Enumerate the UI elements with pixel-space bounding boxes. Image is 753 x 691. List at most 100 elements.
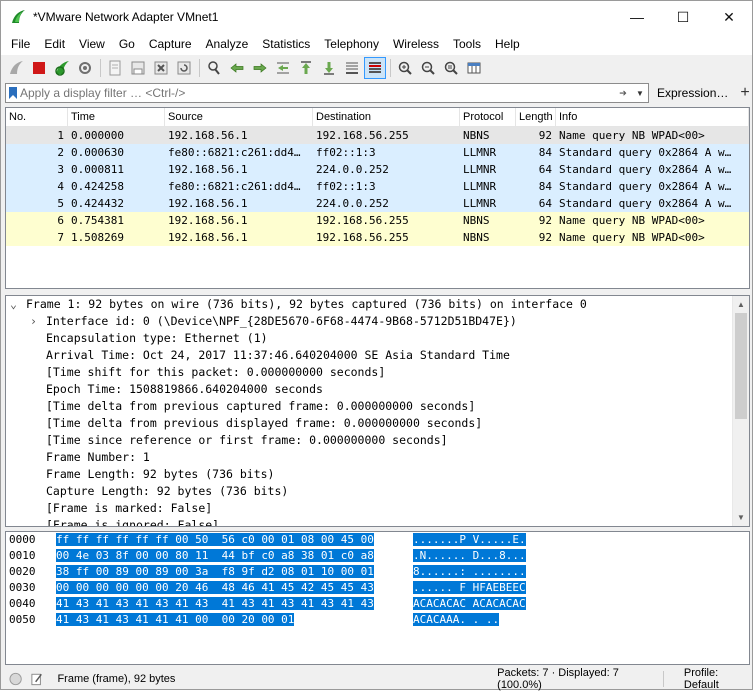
menu-capture[interactable]: Capture xyxy=(142,33,199,55)
detail-tree-item[interactable]: ⌄ Frame 1: 92 bytes on wire (736 bits), 9… xyxy=(6,296,749,313)
detail-tree-item[interactable]: [Time shift for this packet: 0.000000000… xyxy=(6,364,749,381)
hex-bytes-group-1[interactable]: 41 43 41 43 41 41 41 00 xyxy=(56,613,209,626)
display-filter-input[interactable] xyxy=(20,84,610,102)
hex-bytes-group-1[interactable]: 38 ff 00 89 00 89 00 3a xyxy=(56,565,209,578)
ascii-group-2[interactable]: HFAEBEEC xyxy=(472,581,526,594)
go-forward-button[interactable] xyxy=(249,57,271,79)
ascii-group-1[interactable]: .......P xyxy=(413,533,466,546)
packet-row[interactable]: 3 0.000811 192.168.56.1 224.0.0.252 LLMNR 64 S… xyxy=(6,161,749,178)
detail-tree-item[interactable]: [Frame is ignored: False] xyxy=(6,517,749,526)
find-packet-button[interactable] xyxy=(203,57,225,79)
menu-view[interactable]: View xyxy=(72,33,112,55)
go-to-packet-button[interactable] xyxy=(272,57,294,79)
zoom-out-button[interactable] xyxy=(417,57,439,79)
packet-row[interactable]: 5 0.424432 192.168.56.1 224.0.0.252 LLMNR 64 S… xyxy=(6,195,749,212)
ascii-bytes[interactable]: 8......: ........ xyxy=(413,564,563,580)
detail-tree-item[interactable]: Epoch Time: 1508819866.640204000 seconds xyxy=(6,381,749,398)
capture-options-button[interactable] xyxy=(74,57,96,79)
hex-bytes[interactable]: 38 ff 00 89 00 89 00 3a f8 9f d2 08 01 1… xyxy=(56,564,413,580)
ascii-group-1[interactable]: .N...... xyxy=(413,549,466,562)
ascii-group-2[interactable]: ........ xyxy=(472,565,526,578)
hex-bytes[interactable]: ff ff ff ff ff ff 00 50 56 c0 00 01 08 0… xyxy=(56,532,413,548)
ascii-bytes[interactable]: ACACAAA. . .. xyxy=(413,612,563,628)
ascii-bytes[interactable]: ACACACAC ACACACAC xyxy=(413,596,563,612)
column-header-no[interactable]: No. xyxy=(6,108,68,126)
hex-bytes-group-1[interactable]: 00 4e 03 8f 00 00 80 11 xyxy=(56,549,209,562)
reload-file-button[interactable] xyxy=(173,57,195,79)
detail-tree-item[interactable]: › Interface id: 0 (\Device\NPF_{28DE5670-… xyxy=(6,313,749,330)
expert-info-icon[interactable] xyxy=(9,672,22,686)
collapsed-chevron-icon[interactable]: › xyxy=(30,313,46,330)
hex-bytes-group-1[interactable]: ff ff ff ff ff ff 00 50 xyxy=(56,533,209,546)
column-header-protocol[interactable]: Protocol xyxy=(460,108,516,126)
hex-bytes-group-2[interactable]: 44 bf c0 a8 38 01 c0 a8 xyxy=(221,549,374,562)
menu-edit[interactable]: Edit xyxy=(37,33,72,55)
close-file-button[interactable] xyxy=(150,57,172,79)
filter-bookmark-icon[interactable] xyxy=(6,84,20,102)
go-back-button[interactable] xyxy=(226,57,248,79)
scroll-down-icon[interactable]: ▼ xyxy=(733,509,749,526)
ascii-bytes[interactable]: ...... F HFAEBEEC xyxy=(413,580,563,596)
zoom-in-button[interactable] xyxy=(394,57,416,79)
ascii-group-1[interactable]: ...... F xyxy=(413,581,466,594)
column-header-time[interactable]: Time xyxy=(68,108,165,126)
hex-bytes[interactable]: 00 4e 03 8f 00 00 80 11 44 bf c0 a8 38 0… xyxy=(56,548,413,564)
open-file-button[interactable] xyxy=(104,57,126,79)
colorize-button[interactable] xyxy=(364,57,386,79)
menu-file[interactable]: File xyxy=(4,33,37,55)
menu-telephony[interactable]: Telephony xyxy=(317,33,386,55)
capture-comment-icon[interactable] xyxy=(30,672,43,686)
scroll-up-icon[interactable]: ▲ xyxy=(733,296,749,313)
column-header-source[interactable]: Source xyxy=(165,108,313,126)
ascii-group-2[interactable]: . .. xyxy=(472,613,500,626)
detail-tree-item[interactable]: Arrival Time: Oct 24, 2017 11:37:46.6402… xyxy=(6,347,749,364)
packet-row[interactable]: 4 0.424258 fe80::6821:c261:dd4… ff02::1:3 LL… xyxy=(6,178,749,195)
column-header-info[interactable]: Info xyxy=(556,108,749,126)
menu-statistics[interactable]: Statistics xyxy=(255,33,317,55)
hex-bytes[interactable]: 41 43 41 43 41 43 41 43 41 43 41 43 41 4… xyxy=(56,596,413,612)
packet-row[interactable]: 2 0.000630 fe80::6821:c261:dd4… ff02::1:3 LL… xyxy=(6,144,749,161)
ascii-group-2[interactable]: D...8... xyxy=(472,549,526,562)
expanded-chevron-icon[interactable]: ⌄ xyxy=(10,296,26,313)
ascii-group-2[interactable]: ACACACAC xyxy=(472,597,526,610)
go-first-button[interactable] xyxy=(295,57,317,79)
go-last-button[interactable] xyxy=(318,57,340,79)
packet-row[interactable]: 1 0.000000 192.168.56.1 192.168.56.255 NBNS 9… xyxy=(6,127,749,144)
hex-bytes-group-2[interactable]: 48 46 41 45 42 45 45 43 xyxy=(221,581,374,594)
packet-row[interactable]: 7 1.508269 192.168.56.1 192.168.56.255 NBNS 9… xyxy=(6,229,749,246)
ascii-bytes[interactable]: .......P V.....E. xyxy=(413,532,563,548)
detail-tree-item[interactable]: Encapsulation type: Ethernet (1) xyxy=(6,330,749,347)
expression-button[interactable]: Expression… xyxy=(657,86,728,100)
hex-bytes-group-1[interactable]: 41 43 41 43 41 43 41 43 xyxy=(56,597,209,610)
menu-analyze[interactable]: Analyze xyxy=(199,33,256,55)
details-scrollbar[interactable]: ▲ ▼ xyxy=(732,296,749,526)
menu-wireless[interactable]: Wireless xyxy=(386,33,446,55)
autoscroll-button[interactable] xyxy=(341,57,363,79)
ascii-bytes[interactable]: .N...... D...8... xyxy=(413,548,563,564)
detail-tree-item[interactable]: [Frame is marked: False] xyxy=(6,500,749,517)
restart-capture-button[interactable] xyxy=(51,57,73,79)
apply-filter-arrow-icon[interactable]: ➔ xyxy=(616,85,630,101)
ascii-group-1[interactable]: ACACAAA. xyxy=(413,613,466,626)
add-filter-button[interactable]: + xyxy=(740,84,749,102)
ascii-group-1[interactable]: 8......: xyxy=(413,565,466,578)
hex-bytes-group-2[interactable]: 00 20 00 01 xyxy=(221,613,295,626)
hex-bytes[interactable]: 41 43 41 43 41 41 41 00 00 20 00 01 xyxy=(56,612,413,628)
ascii-group-2[interactable]: V.....E. xyxy=(472,533,526,546)
detail-tree-item[interactable]: Frame Number: 1 xyxy=(6,449,749,466)
menu-help[interactable]: Help xyxy=(488,33,527,55)
close-button[interactable]: ✕ xyxy=(706,1,752,33)
packet-row[interactable]: 6 0.754381 192.168.56.1 192.168.56.255 NBNS 9… xyxy=(6,212,749,229)
normal-size-button[interactable] xyxy=(440,57,462,79)
hex-bytes[interactable]: 00 00 00 00 00 00 20 46 48 46 41 45 42 4… xyxy=(56,580,413,596)
column-header-length[interactable]: Length xyxy=(516,108,556,126)
hex-bytes-group-2[interactable]: 41 43 41 43 41 43 41 43 xyxy=(221,597,374,610)
detail-tree-item[interactable]: Frame Length: 92 bytes (736 bits) xyxy=(6,466,749,483)
minimize-button[interactable]: — xyxy=(614,1,660,33)
start-capture-button[interactable] xyxy=(5,57,27,79)
maximize-button[interactable]: ☐ xyxy=(660,1,706,33)
status-profile[interactable]: Profile: Default xyxy=(684,667,752,691)
save-file-button[interactable] xyxy=(127,57,149,79)
detail-tree-item[interactable]: [Time since reference or first frame: 0.… xyxy=(6,432,749,449)
resize-columns-button[interactable] xyxy=(463,57,485,79)
